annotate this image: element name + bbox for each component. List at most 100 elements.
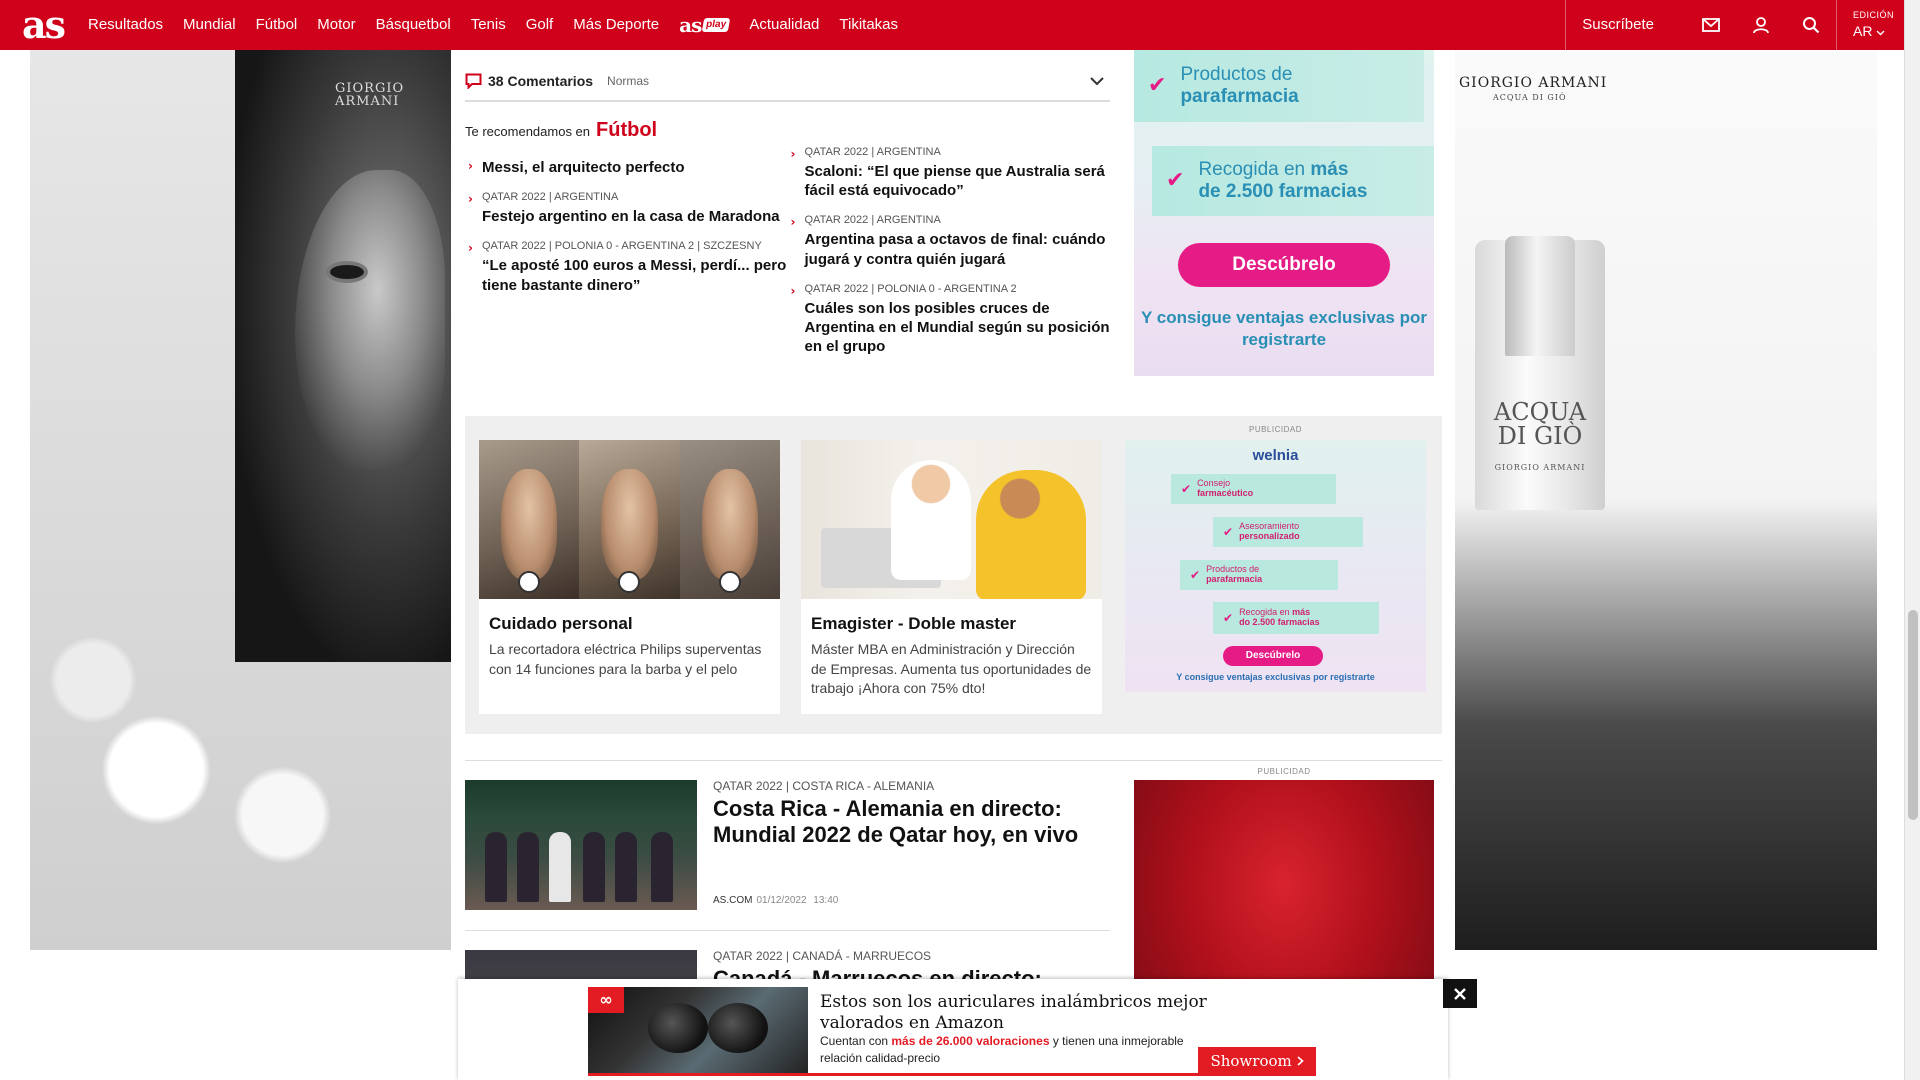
nav-item-golf[interactable]: Golf xyxy=(516,0,564,50)
nav-item-resultados[interactable]: Resultados xyxy=(78,0,173,50)
subscribe-button[interactable]: Suscríbete xyxy=(1565,0,1686,50)
promo-card-title[interactable]: Cuidado personal xyxy=(489,615,770,632)
search-button[interactable] xyxy=(1786,0,1836,50)
recommendations-header: Te recomendamos en Fútbol xyxy=(465,120,1110,140)
ad-label: PUBLICIDAD xyxy=(1248,425,1302,434)
top-nav: as Resultados Mundial Fútbol Motor Básqu… xyxy=(0,0,1904,50)
comments-bar[interactable]: 38 Comentarios Normas xyxy=(465,62,1110,102)
nav-item-motor[interactable]: Motor xyxy=(307,0,365,50)
recommendation-title[interactable]: Argentina pasa a octavos de final: cuánd… xyxy=(805,230,1111,268)
image-panel xyxy=(479,440,580,599)
promo-card[interactable]: Cuidado personal La recortadora eléctric… xyxy=(479,440,780,714)
newsletter-button[interactable] xyxy=(1686,0,1736,50)
main-content: 38 Comentarios Normas Te recomendamos en… xyxy=(451,50,1455,1080)
nav-item-futbol[interactable]: Fútbol xyxy=(246,0,308,50)
side-ad-welnia[interactable]: ✔ Productos de parafarmacia ✔ Recogida en… xyxy=(1134,50,1434,376)
image-badge xyxy=(518,571,541,593)
showroom-button[interactable]: Showroom xyxy=(1198,1047,1316,1075)
check-icon: ✔ xyxy=(1148,73,1167,98)
scrollbar-thumb[interactable] xyxy=(1908,610,1918,820)
skin-ad-right[interactable]: GIORGIO ARMANI ACQUA DI GIÒ ACQUA DI GIÒ… xyxy=(1455,50,1877,950)
account-button[interactable] xyxy=(1736,0,1786,50)
welnia-logo: welnia xyxy=(1252,447,1299,464)
player-figure xyxy=(485,832,507,902)
nav-item-tenis[interactable]: Tenis xyxy=(461,0,516,50)
model-eye xyxy=(330,265,364,279)
chevron-right-icon: › xyxy=(468,159,473,173)
nav-item-mundial[interactable]: Mundial xyxy=(173,0,246,50)
ad-pill-farmacias: ✔ Recogida en más de 2.500 farmacias xyxy=(1152,146,1434,216)
user-icon xyxy=(1753,17,1769,34)
player-figure xyxy=(549,832,571,902)
recommendations-section[interactable]: Fútbol xyxy=(596,120,657,140)
recommendation-item[interactable]: › QATAR 2022 | ARGENTINA Argentina pasa … xyxy=(788,214,1111,268)
skin-ad-left[interactable]: GIORGIO ARMANI xyxy=(30,50,451,950)
promo-card-image xyxy=(479,440,780,599)
comments-rules-link[interactable]: Normas xyxy=(607,75,649,87)
glasses-icon: ∞ xyxy=(588,987,624,1013)
nav-item-basquetbol[interactable]: Básquetbol xyxy=(366,0,461,50)
promo-card[interactable]: Emagister - Doble master Máster MBA en A… xyxy=(801,440,1102,714)
player-figure xyxy=(517,832,539,902)
recommendation-title[interactable]: “Le aposté 100 euros a Messi, perdí... p… xyxy=(482,256,788,294)
promo-block: Cuidado personal La recortadora eléctric… xyxy=(465,416,1442,734)
ad-mini-pill: ✔ Asesoramiento personalizado xyxy=(1213,517,1363,547)
chevron-right-icon: › xyxy=(790,215,796,230)
recommendation-item[interactable]: › QATAR 2022 | POLONIA 0 - ARGENTINA 2 C… xyxy=(788,283,1111,356)
ad-mini-cta[interactable]: Descúbrelo xyxy=(1223,646,1323,666)
recommendation-title[interactable]: Messi, el arquitecto perfecto xyxy=(482,158,788,177)
recommendation-title[interactable]: Cuáles son los posibles cruces de Argent… xyxy=(805,299,1111,356)
nav-item-asplay[interactable]: as play xyxy=(669,15,739,35)
sticky-bottom-ad[interactable]: ∞ Estos son los auriculares inalámbricos… xyxy=(458,979,1448,1080)
chevron-right-icon: › xyxy=(468,241,473,256)
main-nav: Resultados Mundial Fútbol Motor Básquetb… xyxy=(78,0,908,50)
article-item[interactable]: QATAR 2022 | COSTA RICA - ALEMANIA Costa… xyxy=(465,780,1110,910)
recommendation-title[interactable]: Festejo argentino en la casa de Maradona xyxy=(482,207,788,226)
image-figure xyxy=(701,468,758,580)
page-scrollbar[interactable] xyxy=(1904,0,1920,1080)
search-icon xyxy=(1803,17,1820,34)
bottle-label: ACQUA DI GIÒ xyxy=(1493,398,1587,450)
recommendation-item[interactable]: › Messi, el arquitecto perfecto xyxy=(465,158,788,177)
recommendation-item[interactable]: › QATAR 2022 | ARGENTINA Scaloni: “El qu… xyxy=(788,146,1111,200)
edition-selector[interactable]: EDICIÓN AR xyxy=(1836,0,1904,50)
recommendation-item[interactable]: › QATAR 2022 | ARGENTINA Festejo argenti… xyxy=(465,191,788,226)
comments-count[interactable]: 38 Comentarios xyxy=(488,74,593,88)
article-date: 01/12/2022 xyxy=(756,895,807,906)
nav-item-mas-deporte[interactable]: Más Deporte xyxy=(563,0,669,50)
promo-card-title[interactable]: Emagister - Doble master xyxy=(811,615,1092,632)
bottle-brand: GIORGIO ARMANI xyxy=(1494,463,1586,472)
recommendation-kicker: QATAR 2022 | ARGENTINA xyxy=(804,146,941,158)
article-kicker: QATAR 2022 | COSTA RICA - ALEMANIA xyxy=(713,779,935,793)
player-figure xyxy=(651,832,673,902)
sticky-ad-title[interactable]: Estos son los auriculares inalámbricos m… xyxy=(820,992,1240,1035)
recommendation-kicker: QATAR 2022 | ARGENTINA xyxy=(482,191,619,204)
promo-card-image xyxy=(801,440,1102,599)
ad-pill-parafarmacia: ✔ Productos de parafarmacia xyxy=(1134,50,1424,122)
article-title[interactable]: Costa Rica - Alemania en directo: Mundia… xyxy=(713,796,1103,849)
skin-ad-left-photo: GIORGIO ARMANI xyxy=(235,50,451,662)
check-icon: ✔ xyxy=(1190,568,1201,582)
article-thumbnail[interactable] xyxy=(465,780,697,910)
nav-item-tikitakas[interactable]: Tikitakas xyxy=(829,0,908,50)
image-panel xyxy=(579,440,680,599)
close-ad-button[interactable] xyxy=(1443,979,1477,1008)
asplay-tag: play xyxy=(702,18,731,32)
ad-mini-text: Productos de parafarmacia xyxy=(1206,564,1263,584)
skin-right-brand: GIORGIO ARMANI xyxy=(1459,75,1608,91)
as-logo[interactable]: as xyxy=(8,0,78,50)
ad-cta-button[interactable]: Descúbrelo xyxy=(1178,243,1390,287)
nav-item-actualidad[interactable]: Actualidad xyxy=(739,0,829,50)
promo-card-desc: La recortadora eléctrica Philips superve… xyxy=(489,641,762,677)
chevron-down-icon[interactable] xyxy=(1090,76,1104,86)
recommendation-item[interactable]: › QATAR 2022 | POLONIA 0 - ARGENTINA 2 |… xyxy=(465,240,788,294)
recommendation-title[interactable]: Scaloni: “El que piense que Australia se… xyxy=(805,162,1111,200)
comment-icon xyxy=(465,73,482,89)
recommendation-kicker: QATAR 2022 | POLONIA 0 - ARGENTINA 2 | S… xyxy=(482,240,762,253)
nav-right: Suscríbete EDICIÓN AR xyxy=(1565,0,1904,50)
image-figure xyxy=(601,468,658,580)
ad-mini-text: Asesoramiento personalizado xyxy=(1239,521,1300,541)
check-icon: ✔ xyxy=(1223,525,1234,539)
promo-ad-welnia[interactable]: PUBLICIDAD welnia ✔ Consejo farmacéutico ✔… xyxy=(1125,426,1426,692)
check-icon: ✔ xyxy=(1181,482,1192,496)
